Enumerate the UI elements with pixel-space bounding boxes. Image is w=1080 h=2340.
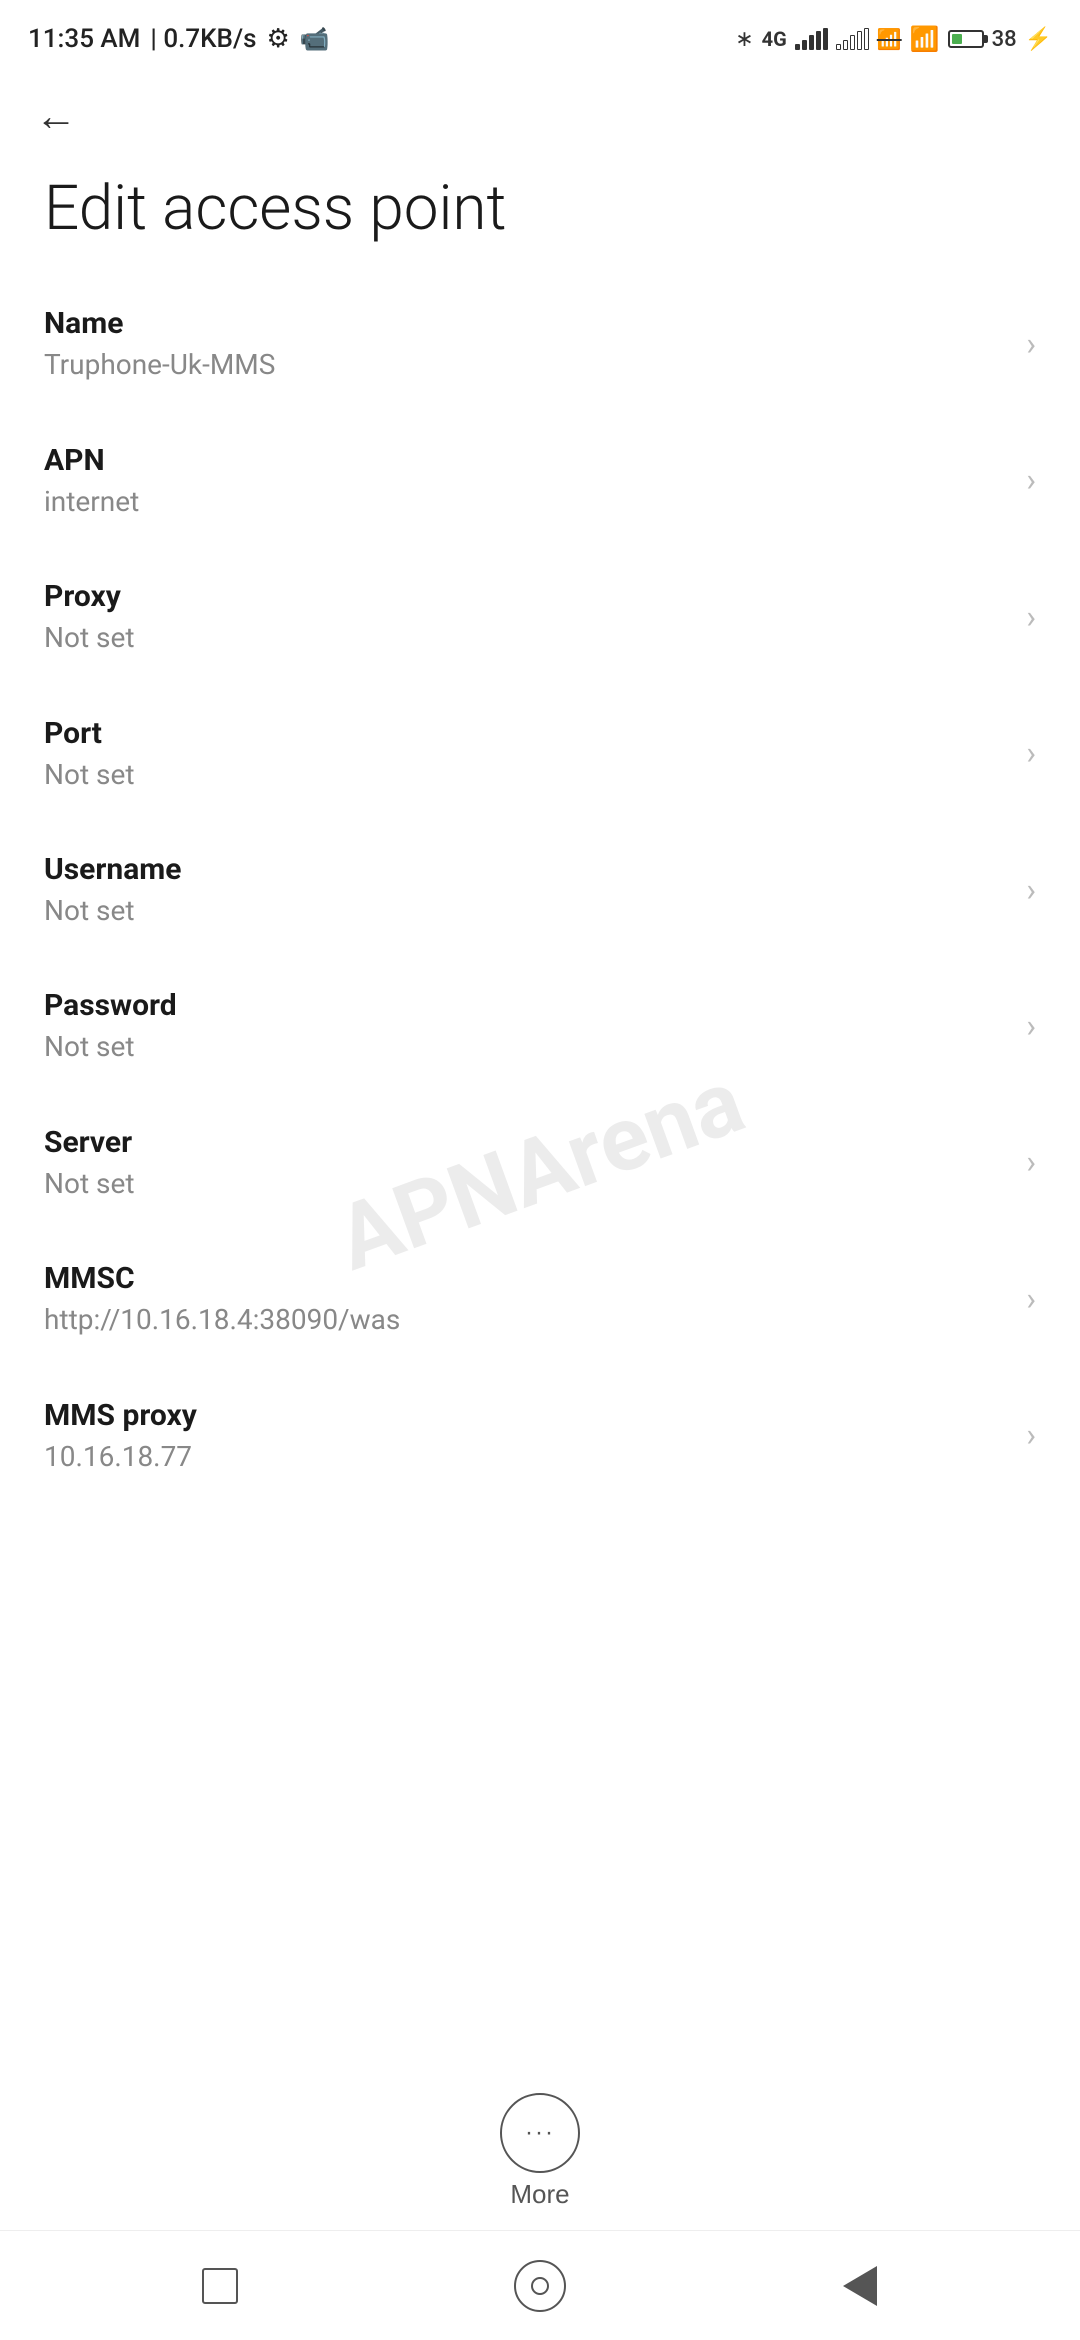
chevron-right-icon-apn: › — [1026, 461, 1036, 499]
settings-item-username[interactable]: Username Not set › — [0, 822, 1080, 958]
settings-item-apn-content: APN internet — [44, 441, 1006, 520]
settings-item-port-label: Port — [44, 714, 1006, 753]
settings-item-mmsc-value: http://10.16.18.4:38090/was — [44, 1302, 1006, 1338]
settings-item-mms-proxy[interactable]: MMS proxy 10.16.18.77 › — [0, 1368, 1080, 1504]
settings-item-mmsc-content: MMSC http://10.16.18.4:38090/was — [44, 1259, 1006, 1338]
settings-item-mmsc[interactable]: MMSC http://10.16.18.4:38090/was › — [0, 1231, 1080, 1367]
more-button-container: ··· More — [0, 2063, 1080, 2230]
settings-list: Name Truphone-Uk-MMS › APN internet › Pr… — [0, 276, 1080, 2063]
settings-item-username-label: Username — [44, 850, 1006, 889]
video-icon: 📹 — [300, 25, 330, 53]
nav-bar — [0, 2230, 1080, 2340]
chevron-right-icon-mmsc: › — [1026, 1280, 1036, 1318]
chevron-right-icon-server: › — [1026, 1143, 1036, 1181]
bluetooth-icon: ∗ — [735, 27, 753, 52]
settings-item-server-content: Server Not set — [44, 1123, 1006, 1202]
settings-item-apn-value: internet — [44, 484, 1006, 520]
time-display: 11:35 AM — [28, 24, 140, 54]
settings-icon: ⚙ — [267, 24, 290, 54]
nav-recent-button[interactable] — [190, 2256, 250, 2316]
nav-home-button[interactable] — [510, 2256, 570, 2316]
settings-item-username-value: Not set — [44, 893, 1006, 929]
more-circle-icon: ··· — [500, 2093, 580, 2173]
settings-item-mms-proxy-value: 10.16.18.77 — [44, 1439, 1006, 1475]
speed-display: | 0.7KB/s — [150, 24, 256, 54]
settings-item-username-content: Username Not set — [44, 850, 1006, 929]
settings-item-mms-proxy-content: MMS proxy 10.16.18.77 — [44, 1396, 1006, 1475]
settings-item-apn[interactable]: APN internet › — [0, 413, 1080, 549]
settings-item-name-value: Truphone-Uk-MMS — [44, 347, 1006, 383]
settings-item-password[interactable]: Password Not set › — [0, 958, 1080, 1094]
settings-item-mms-proxy-label: MMS proxy — [44, 1396, 1006, 1435]
status-left: 11:35 AM | 0.7KB/s ⚙ 📹 — [28, 24, 330, 54]
more-label: More — [510, 2179, 569, 2210]
home-icon-inner — [531, 2277, 549, 2295]
chevron-right-icon-port: › — [1026, 734, 1036, 772]
settings-item-name[interactable]: Name Truphone-Uk-MMS › — [0, 276, 1080, 412]
settings-item-proxy-value: Not set — [44, 620, 1006, 656]
settings-item-name-content: Name Truphone-Uk-MMS — [44, 304, 1006, 383]
chevron-right-icon-proxy: › — [1026, 598, 1036, 636]
chevron-right-icon-password: › — [1026, 1007, 1036, 1045]
chevron-right-icon-name: › — [1026, 325, 1036, 363]
charging-icon: ⚡ — [1025, 27, 1052, 52]
back-nav-icon — [843, 2266, 877, 2306]
battery-percentage: 38 — [992, 27, 1017, 52]
settings-item-proxy-content: Proxy Not set — [44, 577, 1006, 656]
settings-item-password-value: Not set — [44, 1029, 1006, 1065]
settings-item-port-value: Not set — [44, 757, 1006, 793]
home-icon — [514, 2260, 566, 2312]
back-button[interactable]: ← — [30, 90, 82, 142]
settings-item-server-label: Server — [44, 1123, 1006, 1162]
settings-item-mmsc-label: MMSC — [44, 1259, 1006, 1298]
ellipsis-icon: ··· — [525, 2119, 555, 2147]
network-4g-icon: 4G — [762, 27, 787, 51]
signal-bars-2 — [836, 28, 869, 50]
back-button-row: ← — [0, 70, 1080, 152]
chevron-right-icon-mms-proxy: › — [1026, 1416, 1036, 1454]
no-signal-icon: 📶 — [877, 27, 902, 51]
settings-item-password-content: Password Not set — [44, 986, 1006, 1065]
settings-item-server[interactable]: Server Not set › — [0, 1095, 1080, 1231]
more-button[interactable]: ··· More — [500, 2093, 580, 2210]
settings-item-proxy-label: Proxy — [44, 577, 1006, 616]
settings-item-server-value: Not set — [44, 1166, 1006, 1202]
wifi-icon: 📶 — [910, 25, 940, 53]
settings-item-name-label: Name — [44, 304, 1006, 343]
settings-item-proxy[interactable]: Proxy Not set › — [0, 549, 1080, 685]
status-right: ∗ 4G 📶 📶 38 ⚡ — [735, 25, 1052, 53]
nav-back-button[interactable] — [830, 2256, 890, 2316]
signal-bars-1 — [795, 28, 828, 50]
recent-apps-icon — [202, 2268, 238, 2304]
chevron-right-icon-username: › — [1026, 871, 1036, 909]
page-title: Edit access point — [0, 152, 1080, 276]
settings-item-password-label: Password — [44, 986, 1006, 1025]
settings-item-port[interactable]: Port Not set › — [0, 686, 1080, 822]
status-bar: 11:35 AM | 0.7KB/s ⚙ 📹 ∗ 4G 📶 📶 38 — [0, 0, 1080, 70]
settings-item-port-content: Port Not set — [44, 714, 1006, 793]
battery-indicator — [948, 30, 984, 48]
settings-item-apn-label: APN — [44, 441, 1006, 480]
back-arrow-icon: ← — [35, 95, 77, 137]
